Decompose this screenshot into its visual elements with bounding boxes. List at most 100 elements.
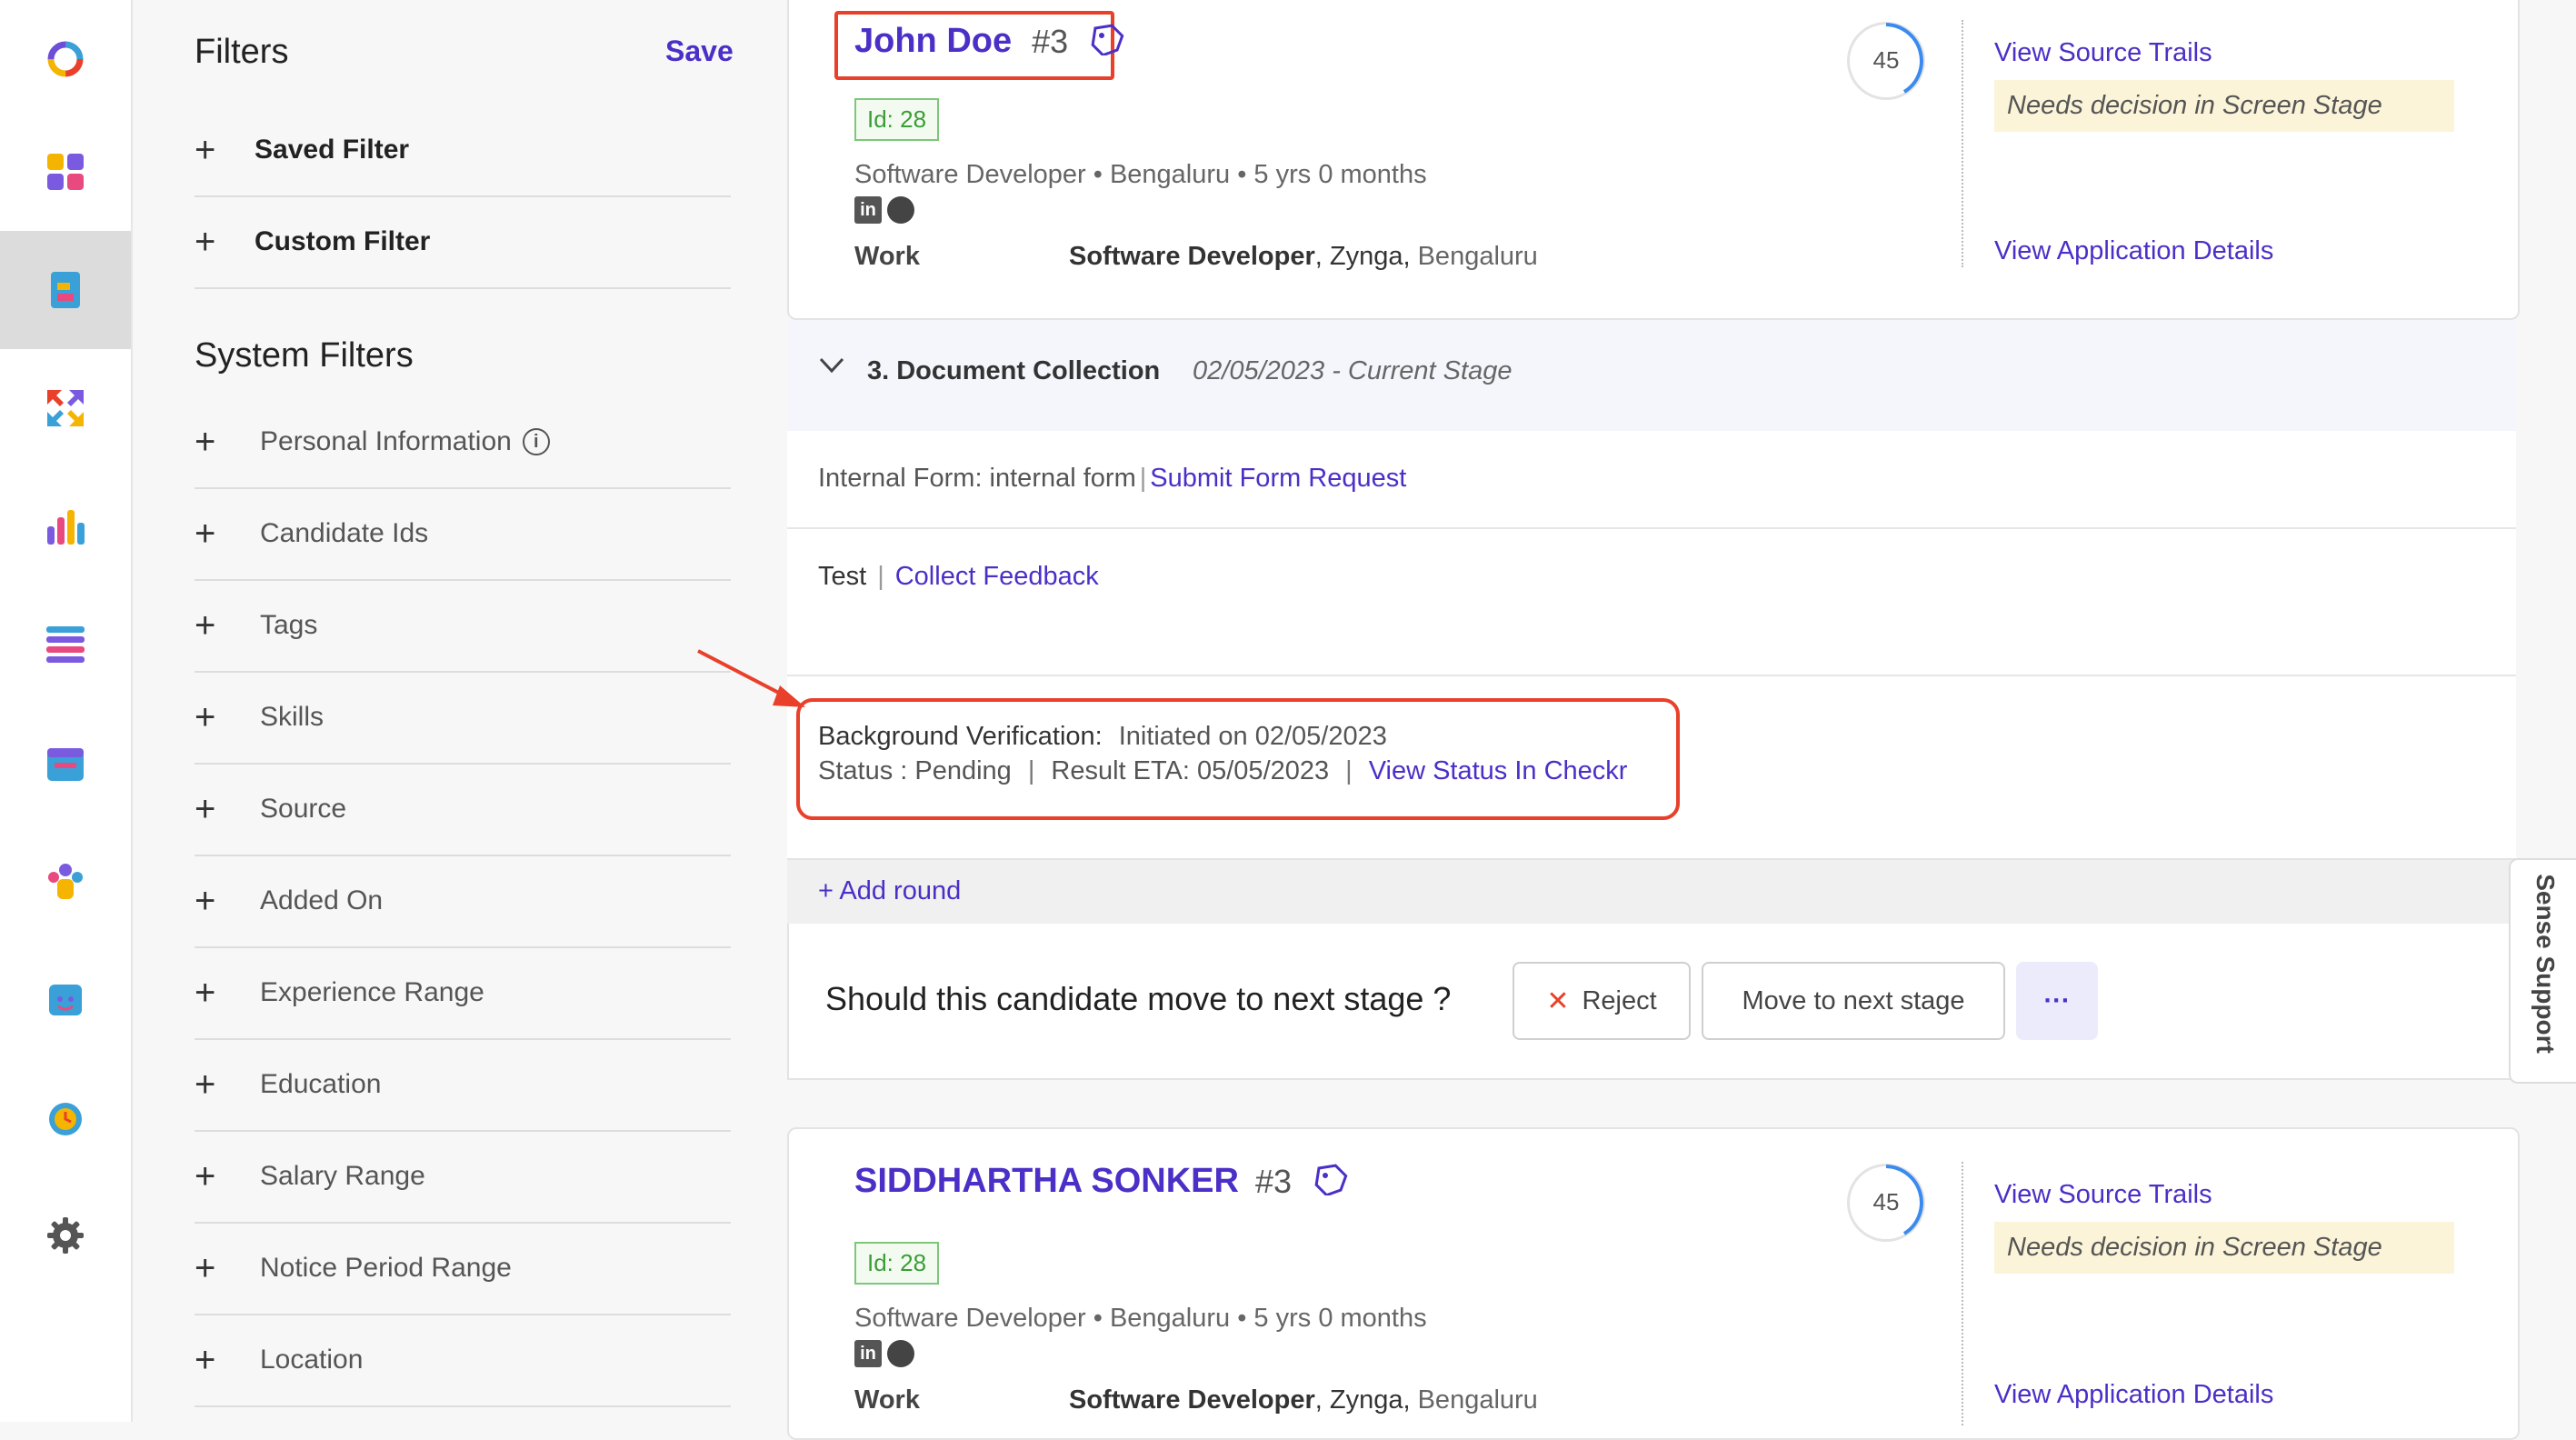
reject-button[interactable]: ✕ Reject bbox=[1513, 962, 1691, 1040]
internal-form-row: Internal Form: internal form | Submit Form… bbox=[818, 464, 1406, 494]
close-icon: ✕ bbox=[1546, 985, 1570, 1016]
filter-skills[interactable]: + Skills bbox=[195, 672, 731, 765]
arrows-icon[interactable] bbox=[0, 349, 131, 467]
view-application-details-link[interactable]: View Application Details bbox=[1994, 236, 2273, 266]
filter-experience-range[interactable]: + Experience Range bbox=[195, 947, 731, 1040]
plus-icon: + bbox=[195, 881, 216, 921]
bg-eta: Result ETA: 05/05/2023 bbox=[1051, 756, 1330, 785]
decision-bar: Should this candidate move to next stage… bbox=[787, 924, 2518, 1080]
view-source-trails-link[interactable]: View Source Trails bbox=[1994, 1180, 2212, 1210]
linkedin-icon[interactable]: in bbox=[854, 196, 882, 224]
bg-status: Status : Pending bbox=[818, 756, 1012, 785]
separator: | bbox=[1027, 756, 1035, 785]
filter-label: Location bbox=[260, 1345, 364, 1375]
list-icon[interactable] bbox=[0, 585, 131, 704]
filter-label: Custom Filter bbox=[255, 226, 431, 256]
github-icon[interactable] bbox=[887, 1340, 914, 1367]
move-to-next-stage-button[interactable]: Move to next stage bbox=[1702, 962, 2005, 1040]
divider bbox=[1962, 1162, 1963, 1425]
filter-education[interactable]: + Education bbox=[195, 1039, 731, 1132]
linkedin-icon[interactable]: in bbox=[854, 1340, 882, 1367]
score-ring: 45 bbox=[1847, 22, 1925, 100]
work-role: Software Developer bbox=[1069, 242, 1315, 271]
plus-icon: + bbox=[195, 130, 216, 170]
view-application-details-link[interactable]: View Application Details bbox=[1994, 1380, 2273, 1410]
plus-icon: + bbox=[195, 1065, 216, 1105]
tag-icon[interactable] bbox=[1312, 1163, 1348, 1200]
test-label: Test bbox=[818, 562, 867, 591]
separator: | bbox=[1345, 756, 1353, 785]
save-filters-button[interactable]: Save bbox=[665, 35, 734, 68]
work-label: Work bbox=[854, 242, 920, 271]
more-options-button[interactable]: ··· bbox=[2016, 962, 2098, 1040]
plus-icon: + bbox=[195, 422, 216, 462]
plus-icon: + bbox=[195, 697, 216, 737]
stage-header[interactable]: 3. Document Collection 02/05/2023 - Curr… bbox=[787, 320, 2516, 431]
candidate-name-link[interactable]: SIDDHARTHA SONKER bbox=[854, 1162, 1239, 1201]
github-icon[interactable] bbox=[887, 196, 914, 224]
view-status-in-checkr-link[interactable]: View Status In Checkr bbox=[1369, 756, 1628, 785]
filter-location[interactable]: + Location bbox=[195, 1315, 731, 1407]
logo-icon[interactable] bbox=[0, 0, 131, 118]
work-city: Bengaluru bbox=[1417, 242, 1538, 271]
collect-feedback-link[interactable]: Collect Feedback bbox=[895, 562, 1099, 591]
tag-icon[interactable] bbox=[1088, 23, 1124, 60]
info-icon[interactable]: i bbox=[522, 428, 550, 455]
candidates-icon[interactable] bbox=[0, 231, 131, 349]
view-source-trails-link[interactable]: View Source Trails bbox=[1994, 38, 2212, 68]
calendar-icon[interactable] bbox=[0, 704, 131, 822]
work-detail: Software Developer, Zynga, Bengaluru bbox=[1069, 1385, 1538, 1415]
main-content: John Doe #3 Id: 28 Software Developer • … bbox=[697, 0, 2576, 1440]
plus-icon: + bbox=[195, 1340, 216, 1380]
candidate-card: John Doe #3 Id: 28 Software Developer • … bbox=[787, 0, 2520, 320]
alarm-clock-icon[interactable] bbox=[0, 1058, 131, 1176]
filters-panel: Filters Save + Saved Filter + Custom Fil… bbox=[133, 0, 787, 1422]
filter-custom[interactable]: + Custom Filter bbox=[195, 196, 731, 289]
filter-label: Tags bbox=[260, 610, 318, 640]
bg-label: Background Verification: bbox=[818, 722, 1103, 751]
filter-label: Skills bbox=[260, 702, 324, 732]
filter-label: Experience Range bbox=[260, 977, 484, 1007]
work-role: Software Developer bbox=[1069, 1385, 1315, 1415]
candidate-id-badge: Id: 28 bbox=[854, 98, 940, 141]
filter-salary-range[interactable]: + Salary Range bbox=[195, 1131, 731, 1224]
plus-icon: + bbox=[195, 222, 216, 262]
filter-personal-information[interactable]: + Personal Information i bbox=[195, 396, 731, 489]
settings-gear-icon[interactable] bbox=[0, 1176, 131, 1295]
bot-icon[interactable] bbox=[0, 940, 131, 1058]
candidate-name-link[interactable]: John Doe bbox=[854, 22, 1012, 61]
chevron-down-icon[interactable] bbox=[818, 356, 845, 379]
move-next-label: Move to next stage bbox=[1742, 985, 1965, 1015]
dashboard-icon[interactable] bbox=[0, 113, 131, 231]
filter-notice-period-range[interactable]: + Notice Period Range bbox=[195, 1223, 731, 1315]
add-round-link[interactable]: + Add round bbox=[818, 876, 961, 906]
filter-label: Personal Information bbox=[260, 426, 512, 456]
filter-source[interactable]: + Source bbox=[195, 764, 731, 856]
stage-body: Internal Form: internal form | Submit Form… bbox=[697, 431, 2516, 858]
filter-candidate-ids[interactable]: + Candidate Ids bbox=[195, 488, 731, 581]
work-detail: Software Developer, Zynga, Bengaluru bbox=[1069, 242, 1538, 272]
stage-title: 3. Document Collection bbox=[867, 356, 1161, 385]
sense-support-tab[interactable]: Sense Support bbox=[2509, 858, 2576, 1084]
separator: | bbox=[1139, 464, 1147, 493]
filter-label: Saved Filter bbox=[255, 135, 410, 165]
candidate-card: SIDDHARTHA SONKER #3 Id: 28 Software Dev… bbox=[787, 1127, 2520, 1440]
plus-icon: + bbox=[195, 789, 216, 829]
team-icon[interactable] bbox=[0, 822, 131, 940]
decision-note: Needs decision in Screen Stage bbox=[1994, 80, 2454, 132]
divider bbox=[1962, 20, 1963, 267]
filter-saved[interactable]: + Saved Filter bbox=[195, 105, 731, 197]
next-stage-question: Should this candidate move to next stage… bbox=[825, 980, 1452, 1017]
filter-label: Candidate Ids bbox=[260, 518, 429, 548]
analytics-icon[interactable] bbox=[0, 467, 131, 585]
filter-tags[interactable]: + Tags bbox=[195, 580, 731, 673]
reject-label: Reject bbox=[1582, 985, 1657, 1015]
submit-form-request-link[interactable]: Submit Form Request bbox=[1150, 464, 1406, 493]
stage-date: 02/05/2023 - Current Stage bbox=[1193, 356, 1513, 385]
system-filters-heading: System Filters bbox=[195, 336, 414, 375]
score-ring: 45 bbox=[1847, 1164, 1925, 1242]
plus-icon: + bbox=[195, 1248, 216, 1288]
background-verification-row: Background Verification: Initiated on 02/… bbox=[818, 722, 1387, 752]
score-value: 45 bbox=[1872, 46, 1900, 74]
filter-added-on[interactable]: + Added On bbox=[195, 855, 731, 948]
